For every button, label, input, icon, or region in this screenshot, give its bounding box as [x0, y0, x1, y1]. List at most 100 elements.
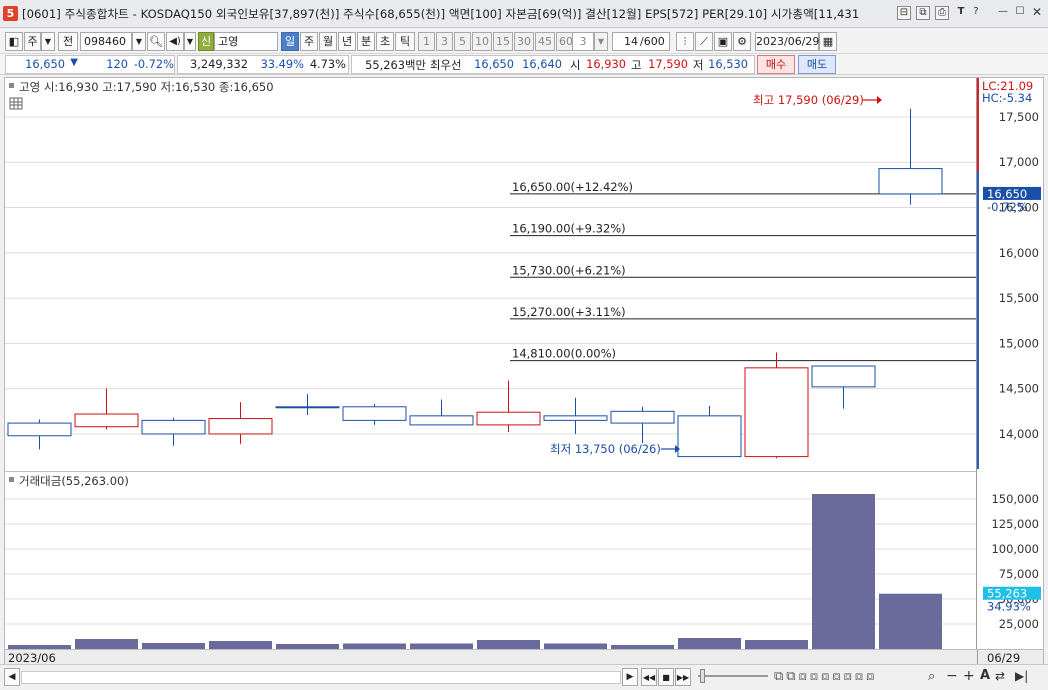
copy-window-icon[interactable]: ⧉ — [916, 6, 930, 20]
market-type-select[interactable]: 주 — [24, 32, 41, 51]
volume-legend-marker-icon — [9, 477, 14, 482]
minute-30-button[interactable]: 30 — [514, 32, 534, 51]
stock-code-input[interactable]: 098460 — [80, 32, 132, 51]
minimize-icon[interactable]: — — [996, 6, 1010, 20]
data-table-icon[interactable] — [9, 97, 23, 110]
min-price-annotation: 최저 13,750 (06/26) — [550, 442, 661, 456]
minute-15-button[interactable]: 15 — [493, 32, 513, 51]
price-tick-label: 15,000 — [999, 336, 1039, 350]
volume-tick-label: 150,000 — [991, 492, 1039, 506]
candle-body — [74, 413, 139, 428]
count-input[interactable]: 14 — [612, 32, 640, 51]
period-week-tab[interactable]: 주 — [300, 32, 318, 51]
minute-5-button[interactable]: 5 — [454, 32, 471, 51]
stop-button[interactable]: ■ — [658, 668, 674, 686]
period-tick-tab[interactable]: 틱 — [395, 32, 415, 51]
volume-bar — [879, 593, 942, 649]
price-panel[interactable]: 16,650.00(+12.42%) 16,190.00(+9.32%) 15,73… — [5, 78, 976, 472]
volume-chart-svg[interactable]: 거래대금(55,263.00) — [5, 472, 976, 649]
fib-level-label: 16,650.00(+12.42%) — [512, 180, 633, 194]
candle-type-icon[interactable]: ⫶ — [676, 32, 694, 51]
zoom-icon[interactable]: ⌕ — [928, 669, 935, 684]
price-tick-label: 14,500 — [999, 382, 1039, 396]
drawing-tools-icons[interactable]: ⧉⧉⧈⧈⧈⧈⧈⧈⧈ — [774, 669, 877, 684]
interval-dropdown-icon[interactable]: ▼ — [594, 32, 608, 51]
search-icon[interactable]: 🔍︎ — [147, 32, 165, 51]
volume-tick-label: 100,000 — [991, 542, 1039, 556]
settings-gear-icon[interactable]: ⚙ — [733, 32, 751, 51]
trade-amount: 55,263백만 — [365, 58, 426, 72]
volume-axis[interactable]: 25,00050,00075,000100,000125,000150,000 … — [976, 472, 1043, 649]
volume-tick-label: 25,000 — [999, 617, 1039, 631]
candle-body — [677, 415, 742, 458]
scroll-left-button[interactable]: ◀ — [4, 668, 20, 686]
zoom-out-icon[interactable]: − — [946, 668, 958, 684]
candle-body — [208, 418, 273, 435]
forward-button[interactable]: ▶▶ — [675, 668, 691, 686]
speed-slider[interactable] — [698, 675, 768, 677]
date-input[interactable]: 2023/06/29 — [755, 32, 819, 51]
minute-1-button[interactable]: 1 — [418, 32, 435, 51]
period-second-tab[interactable]: 초 — [376, 32, 394, 51]
max-price-annotation: 최고 17,590 (06/29) — [753, 93, 864, 107]
chart-scrollbar-track[interactable] — [21, 671, 621, 684]
market-type-dropdown-icon[interactable]: ▼ — [41, 32, 55, 51]
scroll-right-button[interactable]: ▶ — [622, 668, 638, 686]
candle-body — [409, 415, 474, 426]
minute-45-button[interactable]: 45 — [535, 32, 555, 51]
period-month-tab[interactable]: 월 — [319, 32, 337, 51]
volume-ratio: 33.49% — [260, 57, 304, 71]
volume-tick-label: 125,000 — [991, 517, 1039, 531]
date-end-label: 06/29 — [987, 651, 1021, 665]
save-icon[interactable]: ▣ — [714, 32, 732, 51]
price-tick-label: 17,000 — [999, 155, 1039, 169]
low-price: 16,530 — [708, 57, 748, 71]
link-icon[interactable]: ⊟ — [897, 6, 911, 20]
panel-toggle-icon[interactable]: ◧ — [5, 32, 23, 51]
low-range-bar — [977, 171, 979, 469]
minute-3-button[interactable]: 3 — [436, 32, 453, 51]
zoom-in-icon[interactable]: + — [963, 668, 975, 684]
reset-view-icon[interactable]: ⇄ — [995, 669, 1005, 683]
price-tick-label: 17,500 — [999, 110, 1039, 124]
print-icon[interactable]: ⎙ — [935, 6, 949, 20]
chart-area[interactable]: 16,650.00(+12.42%) 16,190.00(+9.32%) 15,73… — [4, 77, 1044, 666]
chart-toolbar: ◧ 주 ▼ 전 098460 ▼ 🔍︎ ◀) ▼ 신 고영 일 주 월 년 분 … — [0, 29, 1048, 54]
interval-input[interactable]: 3 — [572, 32, 594, 51]
period-minute-tab[interactable]: 분 — [357, 32, 375, 51]
period-day-tab[interactable]: 일 — [281, 32, 299, 51]
legend-marker-icon — [9, 83, 14, 88]
stock-name-field[interactable]: 고영 — [214, 32, 278, 51]
scroll-end-icon[interactable]: ▶| — [1015, 669, 1028, 683]
volume-bar — [209, 641, 272, 649]
candle-body — [543, 415, 608, 421]
sound-dropdown-icon[interactable]: ▼ — [184, 32, 196, 51]
fib-level-label: 14,810.00(0.00%) — [512, 347, 616, 361]
price-tick-label: 16,000 — [999, 246, 1039, 260]
close-icon[interactable]: ✕ — [1030, 6, 1044, 20]
current-pct-axis-label: -0.72% — [987, 200, 1028, 214]
sound-icon[interactable]: ◀) — [166, 32, 184, 51]
current-volume-axis-label: 55,263 — [987, 587, 1027, 601]
prev-button[interactable]: 전 — [58, 32, 78, 51]
volume-bar — [477, 640, 540, 649]
price-chart-svg[interactable]: 16,650.00(+12.42%) 16,190.00(+9.32%) 15,73… — [5, 78, 976, 472]
volume-bar — [812, 494, 875, 649]
line-tool-icon[interactable]: ⟋ — [695, 32, 713, 51]
help-icon[interactable]: ? — [969, 6, 983, 20]
speed-slider-handle[interactable] — [700, 669, 705, 683]
window-title: [0601] 주식종합차트 - KOSDAQ150 외국인보유[37,897(천… — [22, 7, 860, 21]
font-size-icon[interactable]: A — [980, 668, 990, 683]
maximize-icon[interactable]: ☐ — [1013, 6, 1027, 20]
font-icon[interactable]: T — [954, 6, 968, 20]
volume-panel[interactable]: 거래대금(55,263.00) — [5, 472, 976, 649]
code-dropdown-icon[interactable]: ▼ — [132, 32, 146, 51]
period-year-tab[interactable]: 년 — [338, 32, 356, 51]
minute-10-button[interactable]: 10 — [472, 32, 492, 51]
rewind-button[interactable]: ◀◀ — [641, 668, 657, 686]
calendar-icon[interactable]: ▦ — [819, 32, 837, 51]
sell-button[interactable]: 매도 — [798, 55, 836, 74]
volume-bar — [745, 640, 808, 649]
price-axis[interactable]: 14,000 14,500 15,000 15,500 16,000 16,500 17,0… — [976, 78, 1043, 472]
buy-button[interactable]: 매수 — [757, 55, 795, 74]
